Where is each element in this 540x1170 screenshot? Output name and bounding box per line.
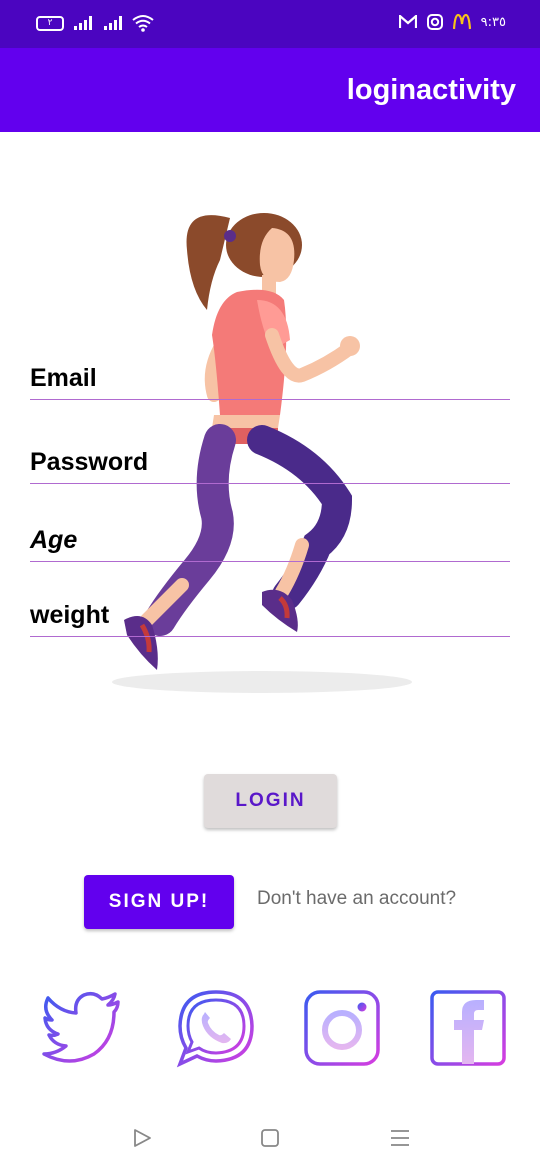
age-hint: Age — [30, 526, 78, 554]
facebook-button[interactable] — [428, 988, 508, 1068]
app-bar: loginactivity — [0, 48, 540, 132]
back-nav-icon[interactable] — [130, 1126, 154, 1150]
status-left-icons: ٢ — [36, 14, 154, 32]
login-button-label: LOGIN — [235, 790, 306, 811]
mcdonalds-icon — [452, 14, 471, 30]
weight-field[interactable]: weight — [30, 593, 510, 637]
whatsapp-icon — [176, 990, 254, 1068]
status-right-icons: ٩:٣٥ — [398, 14, 506, 30]
signup-button-label: SIGN UP! — [108, 891, 210, 912]
whatsapp-button[interactable] — [176, 988, 256, 1068]
instagram-icon — [426, 14, 443, 30]
signal-icon — [74, 16, 92, 30]
twitter-icon — [42, 991, 120, 1063]
age-field[interactable]: Age — [30, 518, 510, 562]
home-nav-icon[interactable] — [258, 1126, 282, 1150]
facebook-icon — [430, 990, 506, 1066]
status-time: ٩:٣٥ — [480, 14, 506, 30]
password-hint: Password — [30, 448, 149, 476]
instagram-button[interactable] — [302, 988, 382, 1068]
signup-hint: Don't have an account? — [257, 888, 457, 909]
instagram-icon — [304, 990, 380, 1066]
password-field[interactable]: Password — [30, 440, 510, 484]
battery-icon: ٢ — [36, 15, 64, 31]
navigation-bar — [0, 1110, 540, 1170]
signal-icon-2 — [104, 16, 122, 30]
app-title: loginactivity — [346, 74, 516, 106]
status-bar: ٢ ٩:٣٥ — [0, 0, 540, 48]
twitter-button[interactable] — [42, 988, 122, 1068]
gmail-icon — [398, 15, 417, 28]
login-button[interactable]: LOGIN — [204, 774, 337, 828]
email-hint: Email — [30, 364, 97, 392]
email-field[interactable]: Email — [30, 356, 510, 400]
menu-nav-icon[interactable] — [388, 1126, 412, 1150]
wifi-icon — [132, 15, 154, 32]
signup-button[interactable]: SIGN UP! — [84, 875, 234, 929]
weight-hint: weight — [30, 601, 110, 629]
